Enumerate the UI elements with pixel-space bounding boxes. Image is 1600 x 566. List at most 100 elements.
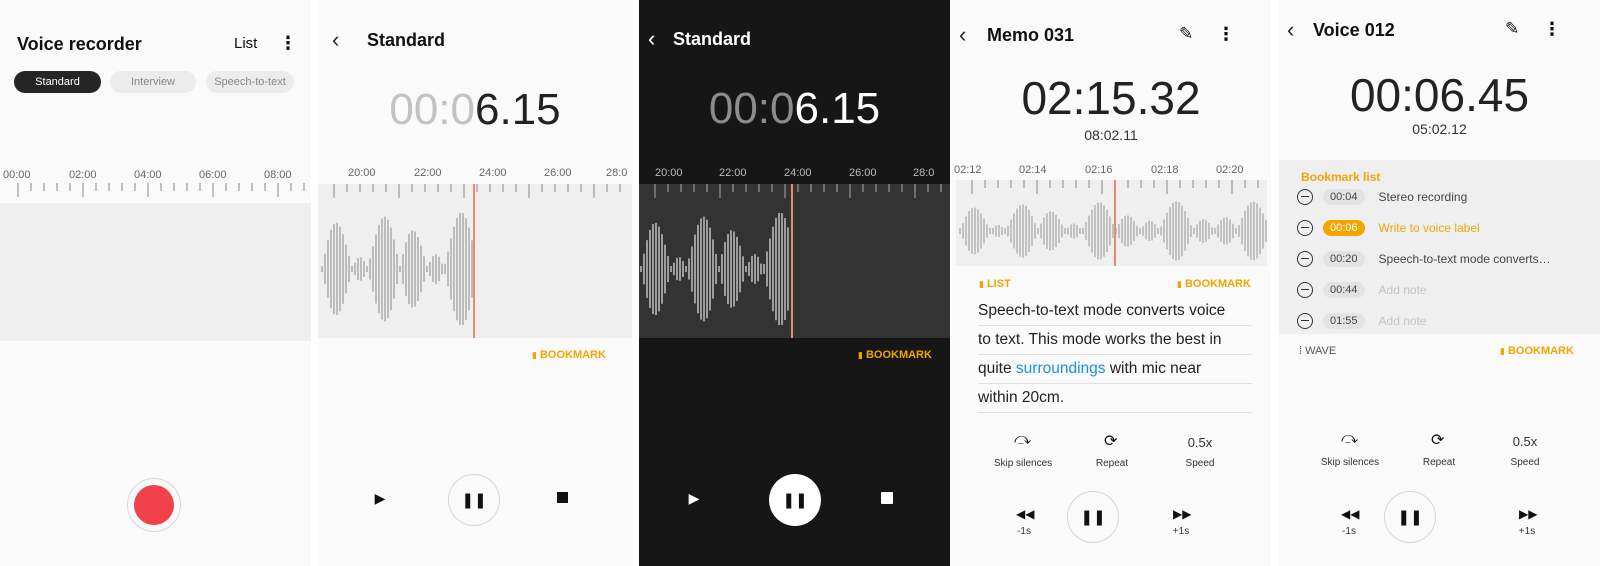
- bookmark-button[interactable]: ▮ BOOKMARK: [532, 349, 606, 361]
- back-icon[interactable]: ‹: [648, 28, 655, 50]
- mode-tab-standard[interactable]: Standard: [14, 71, 101, 93]
- bookmark-icon: ▮: [979, 279, 984, 289]
- waveform: [640, 212, 789, 326]
- bookmark-list-title: Bookmark list: [1301, 170, 1381, 184]
- ruler-label: 20:00: [655, 167, 683, 179]
- speed-value[interactable]: 0.5x: [1485, 434, 1565, 449]
- stop-button[interactable]: [881, 492, 893, 504]
- remove-bookmark-icon[interactable]: [1297, 313, 1313, 329]
- pause-icon: ❚❚: [782, 492, 808, 509]
- mode-tab-speech-to-text[interactable]: Speech-to-text: [206, 71, 294, 93]
- timer-dim: 00:0: [708, 84, 795, 133]
- bookmark-time: 00:44: [1323, 282, 1365, 298]
- elapsed-timer: 00:06.45: [1349, 69, 1530, 121]
- speed-label: Speed: [1185, 458, 1215, 469]
- bookmark-note: Write to voice label: [1378, 221, 1480, 235]
- remove-bookmark-icon[interactable]: [1297, 282, 1313, 298]
- repeat-icon[interactable]: ⟳: [1431, 430, 1444, 450]
- transcript-link[interactable]: surroundings: [1016, 360, 1106, 377]
- bookmark-time: 00:06: [1323, 220, 1365, 236]
- bookmark-time: 00:04: [1323, 189, 1365, 205]
- record-dot-icon: [134, 485, 174, 525]
- ruler-label: 06:00: [199, 169, 227, 181]
- page-title: Standard: [673, 29, 752, 49]
- panel-voice-recorder: Voice recorder List ⋮ Standard Interview…: [0, 0, 311, 566]
- add-note-placeholder[interactable]: Add note: [1379, 283, 1427, 297]
- rewind-icon[interactable]: ◀◀: [1341, 507, 1359, 521]
- edit-pencil-icon[interactable]: ✎: [1179, 24, 1193, 44]
- remove-bookmark-icon[interactable]: [1297, 220, 1313, 236]
- wave-button[interactable]: ⁞ WAVE: [1299, 345, 1336, 357]
- back-icon[interactable]: ‹: [332, 29, 339, 51]
- speed-value[interactable]: 0.5x: [1160, 435, 1240, 450]
- bookmark-icon: ▮: [858, 350, 863, 360]
- page-title: Standard: [367, 30, 446, 50]
- bookmark-row[interactable]: 00:04 Stereo recording: [1297, 185, 1590, 209]
- rewind-label: -1s: [1342, 526, 1356, 537]
- list-label: LIST: [986, 278, 1011, 290]
- list-button[interactable]: ▮ LIST: [979, 278, 1011, 290]
- add-note-placeholder[interactable]: Add note: [1379, 314, 1427, 328]
- ruler-label: 00:00: [3, 169, 31, 181]
- panel-standard-dark: ‹ Standard 00:06.15 20:00 22:00 24:00 26…: [639, 0, 950, 566]
- bookmark-row[interactable]: 00:20 Speech-to-text mode converts…: [1297, 247, 1590, 271]
- total-duration: 05:02.12: [1412, 121, 1467, 137]
- pause-button[interactable]: ❚❚: [769, 474, 821, 526]
- timer-bright: 6.15: [794, 84, 881, 133]
- repeat-icon[interactable]: ⟳: [1104, 431, 1117, 451]
- ruler-label: 22:00: [414, 167, 442, 179]
- ruler-label: 02:12: [954, 164, 982, 176]
- waveform: [321, 212, 473, 326]
- panel-voice: ‹ Voice 012 ✎ ⋮ 00:06.45 05:02.12 Bookma…: [1279, 0, 1600, 566]
- more-options-icon[interactable]: ⋮: [279, 33, 297, 54]
- bookmark-row[interactable]: 00:06 Write to voice label: [1297, 216, 1590, 240]
- rewind-icon[interactable]: ◀◀: [1016, 507, 1034, 521]
- ruler-label: 08:00: [264, 169, 292, 181]
- play-icon[interactable]: ▶: [684, 488, 704, 508]
- timer-dim: 00:0: [389, 85, 475, 134]
- bookmark-row[interactable]: 00:44 Add note: [1297, 278, 1590, 302]
- pause-button[interactable]: ❚❚: [1067, 491, 1119, 543]
- stop-button[interactable]: [557, 492, 568, 503]
- back-icon[interactable]: ‹: [1287, 19, 1294, 41]
- repeat-label: Repeat: [1422, 457, 1456, 468]
- pause-icon: ❚❚: [1080, 509, 1106, 526]
- speed-label: Speed: [1510, 457, 1540, 468]
- ruler-ticks: [17, 183, 305, 197]
- transcript-text[interactable]: Speech-to-text mode converts voice to te…: [978, 297, 1252, 413]
- transcript-text-part: with mic near: [1105, 360, 1202, 377]
- remove-bookmark-icon[interactable]: [1297, 251, 1313, 267]
- ruler-label: 28:0: [606, 167, 628, 179]
- record-button[interactable]: [127, 478, 181, 532]
- pause-button[interactable]: ❚❚: [1384, 491, 1436, 543]
- mode-tab-interview[interactable]: Interview: [110, 71, 196, 93]
- skip-silences-icon[interactable]: ⤼: [1341, 430, 1358, 448]
- forward-label: +1s: [1172, 526, 1190, 537]
- more-options-icon[interactable]: ⋮: [1543, 19, 1561, 40]
- list-button[interactable]: List: [234, 35, 257, 52]
- edit-pencil-icon[interactable]: ✎: [1505, 19, 1519, 39]
- bookmark-button[interactable]: ▮ BOOKMARK: [1500, 345, 1574, 357]
- bookmark-button[interactable]: ▮ BOOKMARK: [858, 349, 932, 361]
- forward-icon[interactable]: ▶▶: [1519, 507, 1537, 521]
- playhead: [1114, 180, 1116, 266]
- page-title: Voice 012: [1313, 20, 1395, 40]
- more-options-icon[interactable]: ⋮: [1217, 24, 1235, 45]
- ruler-label: 24:00: [479, 167, 507, 179]
- bookmark-label: BOOKMARK: [865, 349, 932, 361]
- bookmark-row[interactable]: 01:55 Add note: [1297, 309, 1590, 333]
- pause-button[interactable]: ❚❚: [448, 474, 500, 526]
- bookmark-label: BOOKMARK: [1507, 345, 1574, 357]
- transcript-line: to text. This mode works the best in: [978, 326, 1252, 355]
- ruler-label: 02:20: [1216, 164, 1244, 176]
- remove-bookmark-icon[interactable]: [1297, 189, 1313, 205]
- panel-standard-light: ‹ Standard 00:06.15 20:00 22:00 24:00 26…: [318, 0, 632, 566]
- bookmark-button[interactable]: ▮ BOOKMARK: [1177, 278, 1251, 290]
- skip-silences-icon[interactable]: ⤼: [1014, 431, 1031, 449]
- elapsed-timer: 00:06.15: [318, 85, 632, 135]
- back-icon[interactable]: ‹: [959, 24, 966, 46]
- forward-label: +1s: [1518, 526, 1536, 537]
- play-icon[interactable]: ▶: [370, 488, 390, 508]
- wave-label: WAVE: [1305, 345, 1337, 357]
- forward-icon[interactable]: ▶▶: [1173, 507, 1191, 521]
